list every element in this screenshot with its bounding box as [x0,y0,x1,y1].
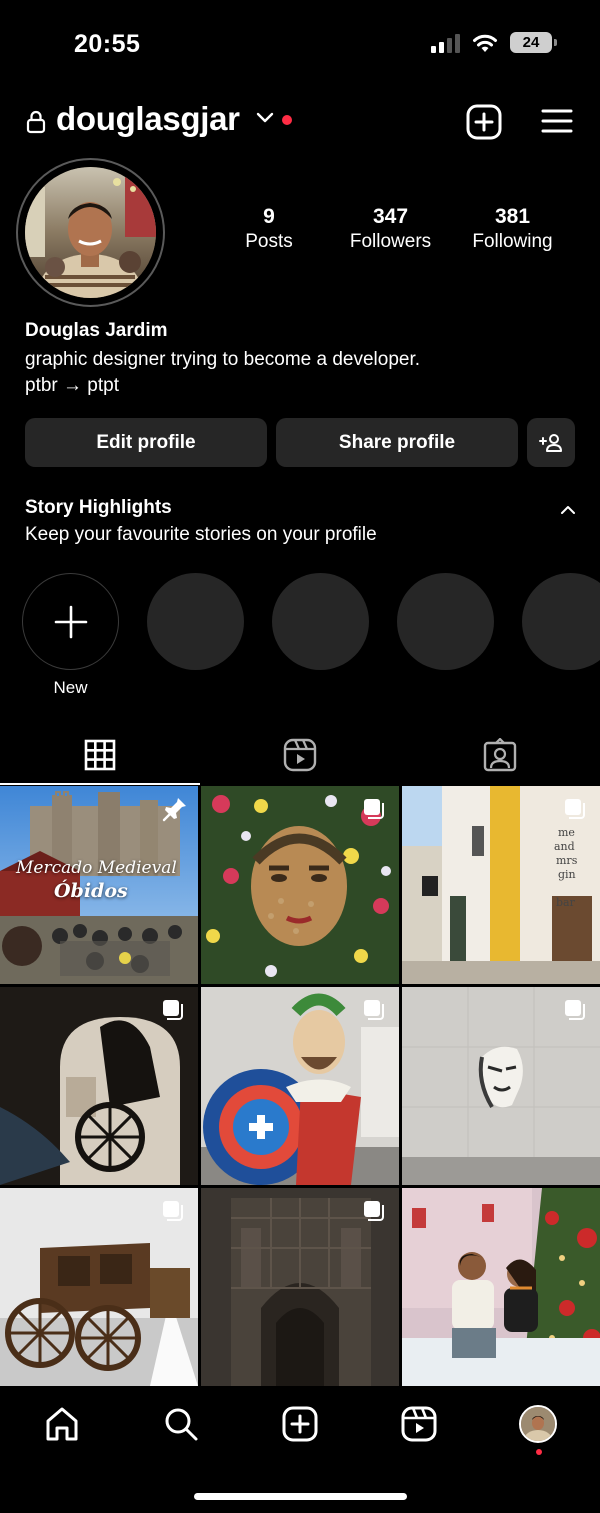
post-thumbnail[interactable] [201,987,399,1185]
tab-tagged[interactable] [400,725,600,785]
search-icon [165,1408,198,1441]
battery-icon: 24 [510,32,557,53]
nav-profile[interactable] [518,1404,558,1444]
multiple-photos-icon [364,1201,384,1221]
highlight-placeholder [522,573,600,670]
chevron-down-icon[interactable] [256,112,274,124]
multiple-photos-icon [364,1000,384,1020]
plus-icon [54,605,87,638]
nav-reels[interactable] [399,1404,439,1444]
post-thumbnail[interactable]: Mercado Medieval Óbidos [0,786,198,984]
post-overlay-text: Mercado Medieval [16,858,177,878]
create-icon [282,1406,318,1442]
cellular-signal-icon [431,33,460,53]
post-thumbnail[interactable] [0,1188,198,1386]
svg-text:mrs: mrs [556,854,578,867]
edit-profile-button[interactable]: Edit profile [25,418,267,467]
posts-grid: Mercado Medieval Óbidos me and mrs gin b… [0,786,600,1386]
nav-create[interactable] [280,1404,320,1444]
tab-posts-grid[interactable] [0,725,200,785]
new-highlight-label: New [53,678,88,697]
following-count[interactable]: 381 Following [462,205,563,253]
svg-text:and: and [554,840,575,853]
tagged-user-icon [483,738,517,772]
menu-icon[interactable] [541,108,573,134]
story-highlights-title: Story Highlights [25,497,172,518]
notification-dot [282,115,292,125]
active-tab-indicator [0,783,200,785]
followers-count-label: Followers [349,231,432,252]
home-icon [46,1407,78,1441]
status-bar: 20:55 24 [0,0,600,90]
status-time: 20:55 [74,30,141,58]
multiple-photos-icon [163,1201,183,1221]
chevron-up-icon[interactable] [560,504,576,515]
post-thumbnail[interactable] [402,1188,600,1386]
profile-notification-dot [536,1449,542,1455]
story-highlights-subtitle: Keep your favourite stories on your prof… [25,524,377,545]
following-count-label: Following [472,231,553,252]
wifi-icon [473,34,497,52]
status-indicators: 24 [431,32,557,53]
highlight-placeholder [272,573,369,670]
post-thumbnail[interactable]: me and mrs gin bar [402,786,600,984]
svg-text:me: me [558,826,575,839]
multiple-photos-icon [163,1000,183,1020]
nav-home[interactable] [42,1404,82,1444]
post-thumbnail[interactable] [201,786,399,984]
multiple-photos-icon [565,799,585,819]
full-name: Douglas Jardim [25,320,168,341]
posts-count-label: Posts [245,231,293,252]
posts-count-value: 9 [263,205,275,228]
profile-avatar-icon [519,1405,557,1443]
avatar[interactable] [25,167,156,298]
lock-icon [26,110,46,134]
followers-count-value: 347 [372,205,409,228]
pin-icon [162,798,186,822]
create-post-icon[interactable] [466,104,502,140]
reels-icon [401,1406,437,1442]
multiple-photos-icon [364,799,384,819]
posts-count[interactable]: 9 Posts [238,205,300,253]
username[interactable]: douglasgjar [56,100,240,138]
multiple-photos-icon [565,1000,585,1020]
profile-tabs [0,725,600,785]
post-thumbnail[interactable] [201,1188,399,1386]
following-count-value: 381 [494,205,531,228]
discover-people-button[interactable] [527,418,575,467]
new-highlight-button[interactable] [22,573,119,670]
share-profile-button[interactable]: Share profile [276,418,518,467]
tab-reels[interactable] [200,725,400,785]
bio-line-1: graphic designer trying to become a deve… [25,349,421,370]
post-thumbnail[interactable] [402,987,600,1185]
svg-text:gin: gin [558,868,576,881]
bio-line-2: ptbr → ptpt [25,375,119,396]
reels-icon [283,738,317,772]
grid-icon [84,739,116,771]
highlight-placeholder [147,573,244,670]
add-person-icon [539,433,562,452]
post-overlay-text: Óbidos [54,880,128,902]
nav-search[interactable] [161,1404,201,1444]
highlight-placeholder [397,573,494,670]
followers-count[interactable]: 347 Followers [340,205,441,253]
home-indicator[interactable] [194,1493,407,1500]
profile-header: douglasgjar [0,98,600,148]
post-thumbnail[interactable] [0,987,198,1185]
svg-text:bar: bar [556,896,576,909]
